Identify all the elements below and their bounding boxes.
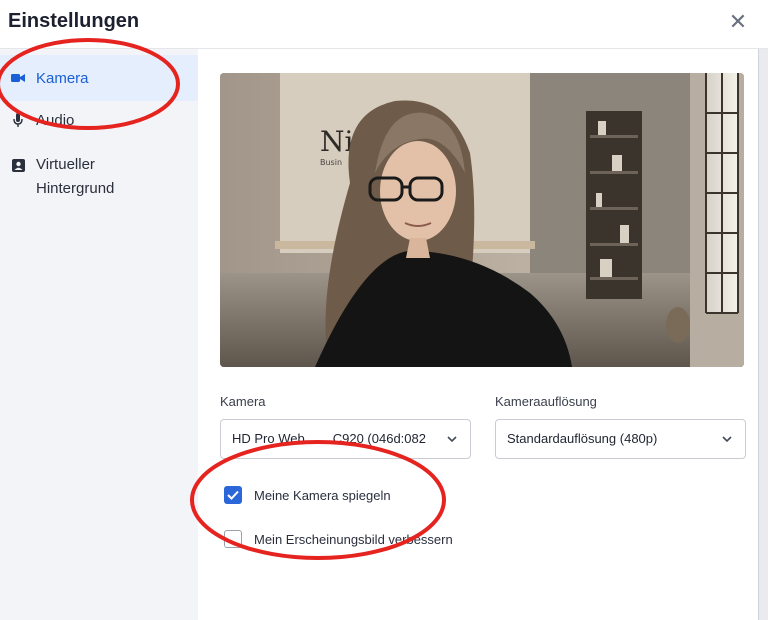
sidebar-item-label: Kamera	[36, 69, 89, 87]
background-sign-text: Ni	[320, 125, 354, 158]
video-camera-icon	[8, 70, 28, 86]
resolution-select-label: Kameraauflösung	[495, 394, 597, 409]
checkmark-icon	[227, 490, 239, 500]
camera-select-value: HD Pro Web	[232, 431, 305, 446]
camera-select[interactable]: HD Pro Web C920 (046d:082	[220, 419, 471, 459]
sidebar-item-virtual-background[interactable]: Virtueller Hintergrund	[0, 139, 198, 201]
enhance-appearance-option[interactable]: Mein Erscheinungsbild verbessern	[224, 530, 453, 548]
settings-main: Ni Busin Kamera HD Pro Web C920 (046d:082…	[198, 49, 758, 620]
mirror-camera-label: Meine Kamera spiegeln	[254, 487, 391, 503]
portrait-icon	[8, 157, 28, 173]
background-sign-subtext: Busin	[320, 158, 342, 167]
resolution-select[interactable]: Standardauflösung (480p)	[495, 419, 746, 459]
close-button[interactable]: ✕	[726, 10, 750, 34]
sidebar-item-kamera[interactable]: Kamera	[0, 55, 198, 101]
settings-sidebar: Kamera Audio Virtueller Hintergrund	[0, 49, 198, 620]
chevron-down-icon	[447, 436, 457, 443]
mirror-camera-checkbox[interactable]	[224, 486, 242, 504]
camera-select-value-tail: C920 (046d:082	[332, 431, 426, 446]
camera-preview-image: Ni Busin	[220, 73, 744, 367]
camera-preview: Ni Busin	[220, 73, 744, 367]
close-icon: ✕	[728, 9, 748, 34]
sidebar-item-audio[interactable]: Audio	[0, 101, 198, 139]
dialog-header: Einstellungen ✕	[0, 0, 768, 49]
camera-select-label: Kamera	[220, 394, 266, 409]
mirror-camera-option[interactable]: Meine Kamera spiegeln	[224, 486, 391, 504]
chevron-down-icon	[722, 436, 732, 443]
sidebar-item-label: Virtueller Hintergrund	[36, 156, 115, 197]
sidebar-item-label: Audio	[36, 111, 75, 129]
resolution-select-value: Standardauflösung (480p)	[507, 431, 658, 446]
scrollbar[interactable]	[758, 49, 768, 620]
enhance-appearance-label: Mein Erscheinungsbild verbessern	[254, 531, 453, 547]
microphone-icon	[8, 112, 28, 128]
enhance-appearance-checkbox[interactable]	[224, 530, 242, 548]
dialog-title: Einstellungen	[8, 10, 140, 32]
